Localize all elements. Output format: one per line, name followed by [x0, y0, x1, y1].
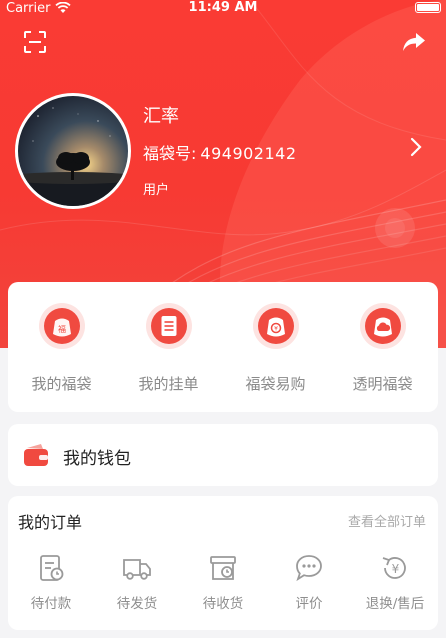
profile-role: 用户: [143, 183, 170, 198]
wallet-label: 我的钱包: [63, 449, 131, 469]
avatar[interactable]: [15, 93, 131, 209]
order-status-refund[interactable]: ¥ 退换/售后: [352, 546, 438, 626]
svg-text:¥: ¥: [274, 326, 278, 333]
refund-icon: ¥: [382, 557, 406, 579]
order-list-icon: [145, 303, 192, 349]
battery-icon: [415, 2, 441, 13]
status-time: 11:49 AM: [188, 0, 258, 15]
order-status-to-ship[interactable]: 待发货: [94, 546, 180, 626]
feature-bag-trade[interactable]: ¥ 福袋易购: [222, 282, 329, 412]
bag-number-label: 福袋号:: [143, 144, 197, 163]
order-status-label: 待付款: [30, 596, 72, 612]
order-status-label: 待发货: [116, 596, 158, 612]
scan-icon[interactable]: [23, 30, 47, 54]
order-status-label: 退换/售后: [365, 596, 425, 612]
comment-icon: [296, 555, 322, 582]
order-status-to-receive[interactable]: 待收货: [180, 546, 266, 626]
wallet-row[interactable]: 我的钱包: [8, 424, 438, 486]
feature-transparent-bag[interactable]: 透明福袋: [329, 282, 436, 412]
feature-my-bag[interactable]: 福 我的福袋: [8, 282, 115, 412]
feature-card: 福 我的福袋 我的挂单 ¥ 福袋易购 透明福袋: [8, 282, 438, 412]
feature-label: 我的挂单: [138, 375, 199, 393]
feature-my-orders[interactable]: 我的挂单: [115, 282, 222, 412]
svg-text:¥: ¥: [392, 562, 400, 576]
bag-number: 福袋号: 494902142: [143, 140, 297, 164]
feature-label: 我的福袋: [31, 375, 92, 393]
profile-name: 汇率: [143, 106, 179, 127]
order-status-pending-payment[interactable]: 待付款: [8, 546, 94, 626]
box-icon: [210, 556, 236, 580]
share-icon[interactable]: [402, 31, 426, 53]
order-status-review[interactable]: 评价: [266, 546, 352, 626]
feature-label: 福袋易购: [245, 375, 306, 393]
pending-payment-icon: [40, 555, 64, 581]
view-all-orders-link[interactable]: 查看全部订单: [348, 511, 426, 530]
orders-card: 我的订单 查看全部订单 待付款 待发货 待收货 评价 ¥ 退换/售后: [8, 496, 438, 630]
chevron-right-icon[interactable]: [410, 137, 422, 157]
orders-title: 我的订单: [18, 513, 83, 532]
status-bar: Carrier 11:49 AM: [0, 0, 446, 18]
bag-icon: 福: [38, 303, 85, 349]
bag-number-value: 494902142: [200, 144, 297, 163]
wallet-icon: [24, 444, 48, 466]
trade-icon: ¥: [252, 303, 299, 349]
order-status-label: 评价: [295, 596, 323, 612]
order-status-label: 待收货: [202, 596, 244, 612]
truck-icon: [123, 559, 151, 580]
avatar-tree-image: [18, 107, 128, 206]
cloud-bag-icon: [359, 303, 406, 349]
feature-label: 透明福袋: [352, 375, 413, 393]
svg-text:福: 福: [58, 325, 66, 334]
